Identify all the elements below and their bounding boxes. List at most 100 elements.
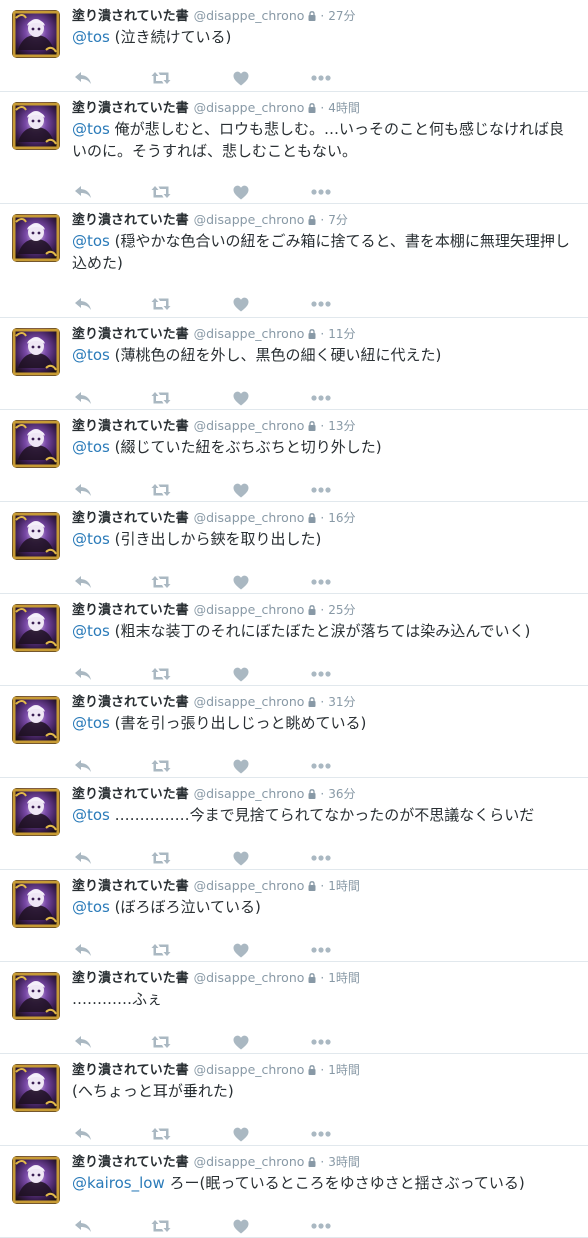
display-name[interactable]: 塗り潰されていた書 xyxy=(72,787,189,802)
display-name[interactable]: 塗り潰されていた書 xyxy=(72,101,189,116)
more-icon[interactable] xyxy=(310,664,332,684)
screen-name[interactable]: @disappe_chrono xyxy=(194,212,305,227)
timestamp[interactable]: 31分 xyxy=(328,695,355,709)
more-icon[interactable] xyxy=(310,294,332,314)
more-icon[interactable] xyxy=(310,1124,332,1144)
avatar[interactable] xyxy=(12,972,60,1020)
reply-icon[interactable] xyxy=(72,182,94,202)
tweet[interactable]: 塗り潰されていた書 @disappe_chrono · 25分 @tos (粗末な装丁の… xyxy=(0,594,588,686)
heart-icon[interactable] xyxy=(230,294,252,314)
retweet-icon[interactable] xyxy=(150,182,172,202)
timestamp[interactable]: 1時間 xyxy=(328,1063,360,1077)
screen-name[interactable]: @disappe_chrono xyxy=(194,602,305,617)
timestamp[interactable]: 1時間 xyxy=(328,971,360,985)
tweet[interactable]: 塗り潰されていた書 @disappe_chrono · 27分 @tos (泣き続けてい… xyxy=(0,0,588,92)
timestamp[interactable]: 1時間 xyxy=(328,879,360,893)
display-name[interactable]: 塗り潰されていた書 xyxy=(72,695,189,710)
mention-link[interactable]: @tos xyxy=(72,232,110,250)
screen-name[interactable]: @disappe_chrono xyxy=(194,510,305,525)
tweet[interactable]: 塗り潰されていた書 @disappe_chrono · 1時間 @tos (ぼろぼろ泣い… xyxy=(0,870,588,962)
tweet[interactable]: 塗り潰されていた書 @disappe_chrono · 36分 @tos ……………今ま… xyxy=(0,778,588,870)
heart-icon[interactable] xyxy=(230,572,252,592)
heart-icon[interactable] xyxy=(230,1032,252,1052)
retweet-icon[interactable] xyxy=(150,68,172,88)
display-name[interactable]: 塗り潰されていた書 xyxy=(72,1063,189,1078)
avatar[interactable] xyxy=(12,328,60,376)
avatar[interactable] xyxy=(12,788,60,836)
retweet-icon[interactable] xyxy=(150,480,172,500)
heart-icon[interactable] xyxy=(230,480,252,500)
heart-icon[interactable] xyxy=(230,940,252,960)
tweet[interactable]: 塗り潰されていた書 @disappe_chrono · 7分 @tos (穏やかな色合い… xyxy=(0,204,588,318)
heart-icon[interactable] xyxy=(230,1216,252,1236)
tweet[interactable]: 塗り潰されていた書 @disappe_chrono · 3時間 @kairos_low … xyxy=(0,1146,588,1238)
screen-name[interactable]: @disappe_chrono xyxy=(194,100,305,115)
tweet[interactable]: 塗り潰されていた書 @disappe_chrono · 1時間 …………ふぇ xyxy=(0,962,588,1054)
retweet-icon[interactable] xyxy=(150,572,172,592)
tweet[interactable]: 塗り潰されていた書 @disappe_chrono · 1時間 (へちょっと耳が垂れた) xyxy=(0,1054,588,1146)
timestamp[interactable]: 16分 xyxy=(328,511,355,525)
retweet-icon[interactable] xyxy=(150,1124,172,1144)
reply-icon[interactable] xyxy=(72,756,94,776)
retweet-icon[interactable] xyxy=(150,1032,172,1052)
reply-icon[interactable] xyxy=(72,572,94,592)
retweet-icon[interactable] xyxy=(150,294,172,314)
screen-name[interactable]: @disappe_chrono xyxy=(194,694,305,709)
timestamp[interactable]: 36分 xyxy=(328,787,355,801)
screen-name[interactable]: @disappe_chrono xyxy=(194,878,305,893)
tweet[interactable]: 塗り潰されていた書 @disappe_chrono · 13分 @tos (綴じていた紐… xyxy=(0,410,588,502)
timestamp[interactable]: 3時間 xyxy=(328,1155,360,1169)
screen-name[interactable]: @disappe_chrono xyxy=(194,970,305,985)
retweet-icon[interactable] xyxy=(150,388,172,408)
heart-icon[interactable] xyxy=(230,388,252,408)
reply-icon[interactable] xyxy=(72,1032,94,1052)
display-name[interactable]: 塗り潰されていた書 xyxy=(72,213,189,228)
heart-icon[interactable] xyxy=(230,182,252,202)
mention-link[interactable]: @tos xyxy=(72,622,110,640)
tweet[interactable]: 塗り潰されていた書 @disappe_chrono · 31分 @tos (書を引っ張り… xyxy=(0,686,588,778)
avatar[interactable] xyxy=(12,420,60,468)
timestamp[interactable]: 13分 xyxy=(328,419,355,433)
timestamp[interactable]: 4時間 xyxy=(328,101,360,115)
reply-icon[interactable] xyxy=(72,68,94,88)
display-name[interactable]: 塗り潰されていた書 xyxy=(72,511,189,526)
screen-name[interactable]: @disappe_chrono xyxy=(194,1154,305,1169)
avatar[interactable] xyxy=(12,880,60,928)
reply-icon[interactable] xyxy=(72,1124,94,1144)
retweet-icon[interactable] xyxy=(150,664,172,684)
reply-icon[interactable] xyxy=(72,940,94,960)
retweet-icon[interactable] xyxy=(150,1216,172,1236)
more-icon[interactable] xyxy=(310,756,332,776)
avatar[interactable] xyxy=(12,214,60,262)
display-name[interactable]: 塗り潰されていた書 xyxy=(72,1155,189,1170)
screen-name[interactable]: @disappe_chrono xyxy=(194,326,305,341)
tweet[interactable]: 塗り潰されていた書 @disappe_chrono · 11分 @tos (薄桃色の紐を… xyxy=(0,318,588,410)
heart-icon[interactable] xyxy=(230,664,252,684)
display-name[interactable]: 塗り潰されていた書 xyxy=(72,9,189,24)
display-name[interactable]: 塗り潰されていた書 xyxy=(72,879,189,894)
reply-icon[interactable] xyxy=(72,848,94,868)
mention-link[interactable]: @tos xyxy=(72,714,110,732)
reply-icon[interactable] xyxy=(72,1216,94,1236)
avatar[interactable] xyxy=(12,604,60,652)
retweet-icon[interactable] xyxy=(150,848,172,868)
reply-icon[interactable] xyxy=(72,294,94,314)
screen-name[interactable]: @disappe_chrono xyxy=(194,8,305,23)
avatar[interactable] xyxy=(12,102,60,150)
more-icon[interactable] xyxy=(310,940,332,960)
retweet-icon[interactable] xyxy=(150,756,172,776)
retweet-icon[interactable] xyxy=(150,940,172,960)
reply-icon[interactable] xyxy=(72,388,94,408)
screen-name[interactable]: @disappe_chrono xyxy=(194,418,305,433)
more-icon[interactable] xyxy=(310,1032,332,1052)
mention-link[interactable]: @tos xyxy=(72,806,110,824)
more-icon[interactable] xyxy=(310,388,332,408)
more-icon[interactable] xyxy=(310,68,332,88)
heart-icon[interactable] xyxy=(230,68,252,88)
tweet[interactable]: 塗り潰されていた書 @disappe_chrono · 16分 @tos (引き出しから… xyxy=(0,502,588,594)
timestamp[interactable]: 11分 xyxy=(328,327,355,341)
timestamp[interactable]: 27分 xyxy=(328,9,355,23)
avatar[interactable] xyxy=(12,1064,60,1112)
screen-name[interactable]: @disappe_chrono xyxy=(194,786,305,801)
more-icon[interactable] xyxy=(310,848,332,868)
